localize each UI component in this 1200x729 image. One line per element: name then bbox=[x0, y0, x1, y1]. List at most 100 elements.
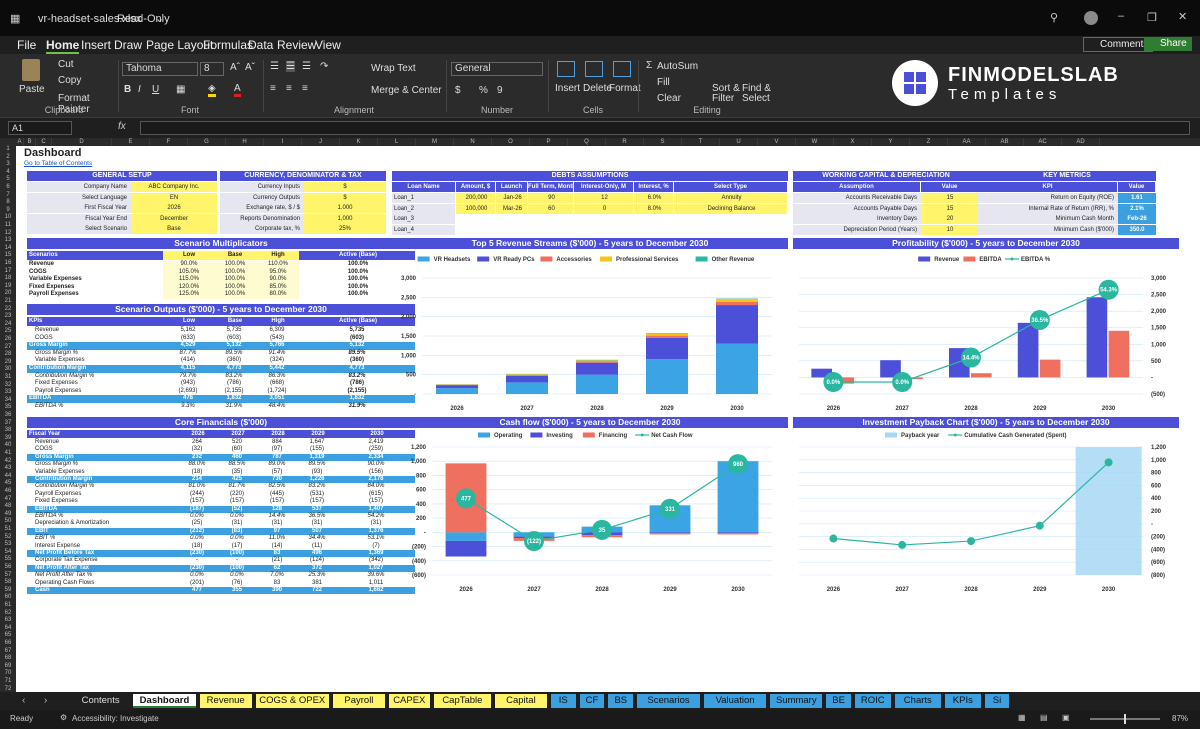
menu-home[interactable]: Home bbox=[46, 38, 80, 54]
align-right-icon[interactable]: ≡ bbox=[302, 83, 308, 94]
row-header[interactable]: 36 bbox=[0, 412, 16, 420]
share-button[interactable]: Share bbox=[1144, 37, 1192, 51]
font-name-select[interactable]: Tahoma bbox=[122, 62, 198, 76]
debts-cell[interactable] bbox=[674, 224, 788, 226]
bold-icon[interactable]: B bbox=[124, 84, 131, 95]
page-layout-icon[interactable]: ▤ bbox=[1040, 713, 1048, 722]
delete-cells-icon[interactable] bbox=[585, 61, 603, 77]
debts-cell[interactable] bbox=[574, 224, 634, 226]
tab-bs[interactable]: BS bbox=[608, 694, 634, 708]
app-grid-icon[interactable]: ▦ bbox=[10, 12, 20, 25]
paste-icon[interactable] bbox=[22, 59, 40, 81]
tab-revenue[interactable]: Revenue bbox=[199, 694, 252, 708]
multiplicators-cell[interactable]: 95.0% bbox=[255, 268, 299, 277]
general-setup-value[interactable]: Base bbox=[131, 224, 217, 235]
row-header[interactable]: 8 bbox=[0, 199, 16, 207]
row-header[interactable]: 56 bbox=[0, 564, 16, 572]
column-header[interactable]: P bbox=[530, 138, 568, 146]
zoom-level[interactable]: 87% bbox=[1172, 714, 1188, 723]
column-header[interactable]: G bbox=[188, 138, 226, 146]
delete-cells-button[interactable]: Delete bbox=[583, 83, 612, 94]
row-header[interactable]: 18 bbox=[0, 275, 16, 283]
cut-button[interactable]: Cut bbox=[58, 59, 74, 70]
multiplicators-cell[interactable]: 125.0% bbox=[163, 291, 213, 299]
row-header[interactable]: 53 bbox=[0, 541, 16, 549]
worksheet[interactable]: A B C D E F G H I J K L M N O P Q R S T U V W X Y Z AA AB AC AD 12345… bbox=[0, 138, 1200, 692]
row-header[interactable]: 47 bbox=[0, 496, 16, 504]
row-header[interactable]: 69 bbox=[0, 663, 16, 671]
multiplicators-cell[interactable]: 100.0% bbox=[213, 291, 255, 299]
column-header[interactable]: Z bbox=[910, 138, 948, 146]
multiplicators-cell[interactable]: 100.0% bbox=[213, 261, 255, 269]
column-header[interactable]: M bbox=[416, 138, 454, 146]
column-header[interactable]: AD bbox=[1062, 138, 1100, 146]
row-header[interactable]: 65 bbox=[0, 632, 16, 640]
font-size-select[interactable]: 8 bbox=[200, 62, 224, 76]
debts-cell[interactable] bbox=[528, 224, 574, 226]
wrap-text-button[interactable]: Wrap Text bbox=[371, 63, 416, 74]
column-header[interactable]: R bbox=[606, 138, 644, 146]
column-header[interactable]: S bbox=[644, 138, 682, 146]
row-header[interactable]: 44 bbox=[0, 473, 16, 481]
row-header[interactable]: 42 bbox=[0, 458, 16, 466]
restore-icon[interactable]: ❐ bbox=[1147, 11, 1157, 24]
name-box[interactable]: A1 bbox=[8, 121, 72, 135]
debts-cell[interactable]: Declining Balance bbox=[674, 203, 788, 215]
tab-scenarios[interactable]: Scenarios bbox=[637, 694, 700, 708]
avatar[interactable] bbox=[1084, 11, 1098, 25]
debts-cell[interactable]: 100,000 bbox=[456, 203, 496, 215]
row-header[interactable]: 64 bbox=[0, 625, 16, 633]
tab-payroll[interactable]: Payroll bbox=[333, 694, 385, 708]
tab-capex[interactable]: CAPEX bbox=[388, 694, 430, 708]
column-header[interactable]: AC bbox=[1024, 138, 1062, 146]
row-header[interactable]: 55 bbox=[0, 556, 16, 564]
debts-cell[interactable] bbox=[528, 214, 574, 215]
row-header[interactable]: 43 bbox=[0, 465, 16, 473]
row-header[interactable]: 24 bbox=[0, 321, 16, 329]
row-header[interactable]: 25 bbox=[0, 328, 16, 336]
column-header[interactable]: AB bbox=[986, 138, 1024, 146]
page-break-icon[interactable]: ▣ bbox=[1062, 713, 1070, 722]
debts-cell[interactable] bbox=[674, 214, 788, 215]
row-header[interactable]: 50 bbox=[0, 518, 16, 526]
row-header[interactable]: 59 bbox=[0, 587, 16, 595]
column-header[interactable]: E bbox=[112, 138, 150, 146]
column-header[interactable]: T bbox=[682, 138, 720, 146]
row-header[interactable]: 30 bbox=[0, 366, 16, 374]
normal-view-icon[interactable]: ▦ bbox=[1018, 713, 1026, 722]
debts-cell[interactable]: 200,000 bbox=[456, 193, 496, 204]
shrink-font-icon[interactable]: Aˇ bbox=[245, 62, 255, 73]
find-select-label-2[interactable]: Select bbox=[742, 93, 770, 104]
format-cells-button[interactable]: Format bbox=[609, 83, 641, 94]
row-header[interactable]: 38 bbox=[0, 427, 16, 435]
insert-cells-icon[interactable] bbox=[557, 61, 575, 77]
row-header[interactable]: 46 bbox=[0, 488, 16, 496]
tab-capital[interactable]: Capital bbox=[495, 694, 547, 708]
multiplicators-cell[interactable]: 105.0% bbox=[163, 268, 213, 277]
column-header[interactable]: X bbox=[834, 138, 872, 146]
tab-valuation[interactable]: Valuation bbox=[703, 694, 767, 708]
tab-summary[interactable]: Summary bbox=[770, 694, 823, 708]
debts-cell[interactable]: 0 bbox=[574, 203, 634, 215]
comments-button[interactable]: Comments bbox=[1083, 37, 1154, 52]
debts-cell[interactable] bbox=[634, 224, 674, 226]
menu-file[interactable]: File bbox=[17, 38, 36, 52]
column-header[interactable]: I bbox=[264, 138, 302, 146]
grow-font-icon[interactable]: Aˆ bbox=[230, 62, 240, 73]
paste-button[interactable]: Paste bbox=[19, 84, 45, 95]
general-setup-value[interactable]: ABC Company Inc. bbox=[131, 182, 217, 193]
tab-scroll-left-icon[interactable]: ‹ bbox=[22, 695, 25, 706]
fill-color-icon[interactable]: ◈ bbox=[208, 83, 216, 97]
menu-insert[interactable]: Insert bbox=[81, 38, 111, 52]
row-header[interactable]: 15 bbox=[0, 252, 16, 260]
debts-cell[interactable] bbox=[456, 224, 496, 226]
row-header[interactable]: 49 bbox=[0, 511, 16, 519]
row-header[interactable]: 37 bbox=[0, 420, 16, 428]
multiplicators-cell[interactable]: 90.0% bbox=[255, 276, 299, 284]
tab-kpis[interactable]: KPIs bbox=[945, 694, 981, 708]
row-header[interactable]: 6 bbox=[0, 184, 16, 192]
currency-value[interactable]: $ bbox=[304, 192, 386, 204]
multiplicators-cell[interactable]: 85.0% bbox=[255, 283, 299, 292]
multiplicators-cell[interactable]: 115.0% bbox=[163, 276, 213, 284]
row-header[interactable]: 57 bbox=[0, 572, 16, 580]
